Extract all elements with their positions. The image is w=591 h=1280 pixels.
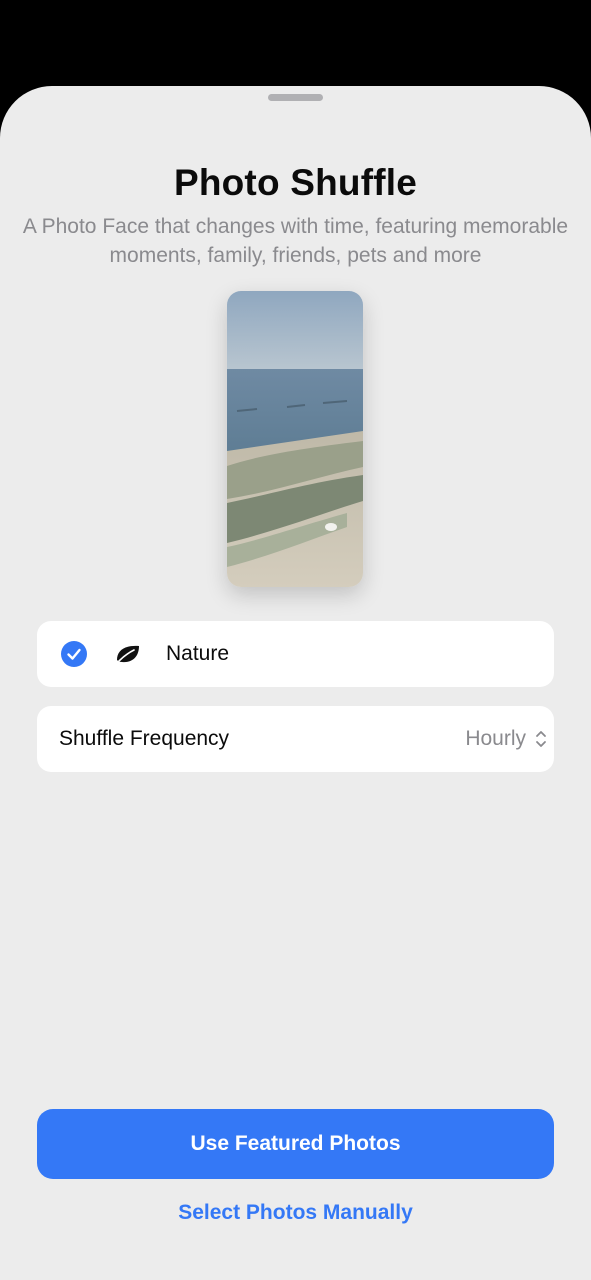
chevron-up-down-icon[interactable] bbox=[534, 728, 548, 750]
screen: Photo Shuffle A Photo Face that changes … bbox=[0, 0, 591, 1280]
checkmark-icon[interactable] bbox=[61, 641, 87, 667]
sheet-subtitle: A Photo Face that changes with time, fea… bbox=[22, 215, 569, 267]
category-row-nature[interactable]: Nature bbox=[37, 621, 554, 687]
shuffle-frequency-label: Shuffle Frequency bbox=[59, 727, 230, 750]
sheet-grabber-handle[interactable] bbox=[268, 94, 323, 101]
photo-preview bbox=[227, 291, 363, 587]
select-photos-manually-button[interactable]: Select Photos Manually bbox=[0, 1201, 591, 1225]
leaf-icon bbox=[115, 642, 141, 666]
shuffle-frequency-row[interactable]: Shuffle Frequency Hourly bbox=[37, 706, 554, 772]
category-label: Nature bbox=[166, 642, 230, 665]
sheet-title: Photo Shuffle bbox=[173, 162, 418, 203]
shuffle-frequency-value[interactable]: Hourly bbox=[465, 727, 526, 751]
use-featured-photos-button[interactable]: Use Featured Photos bbox=[37, 1109, 554, 1179]
shoreline-photo-image bbox=[227, 291, 363, 587]
